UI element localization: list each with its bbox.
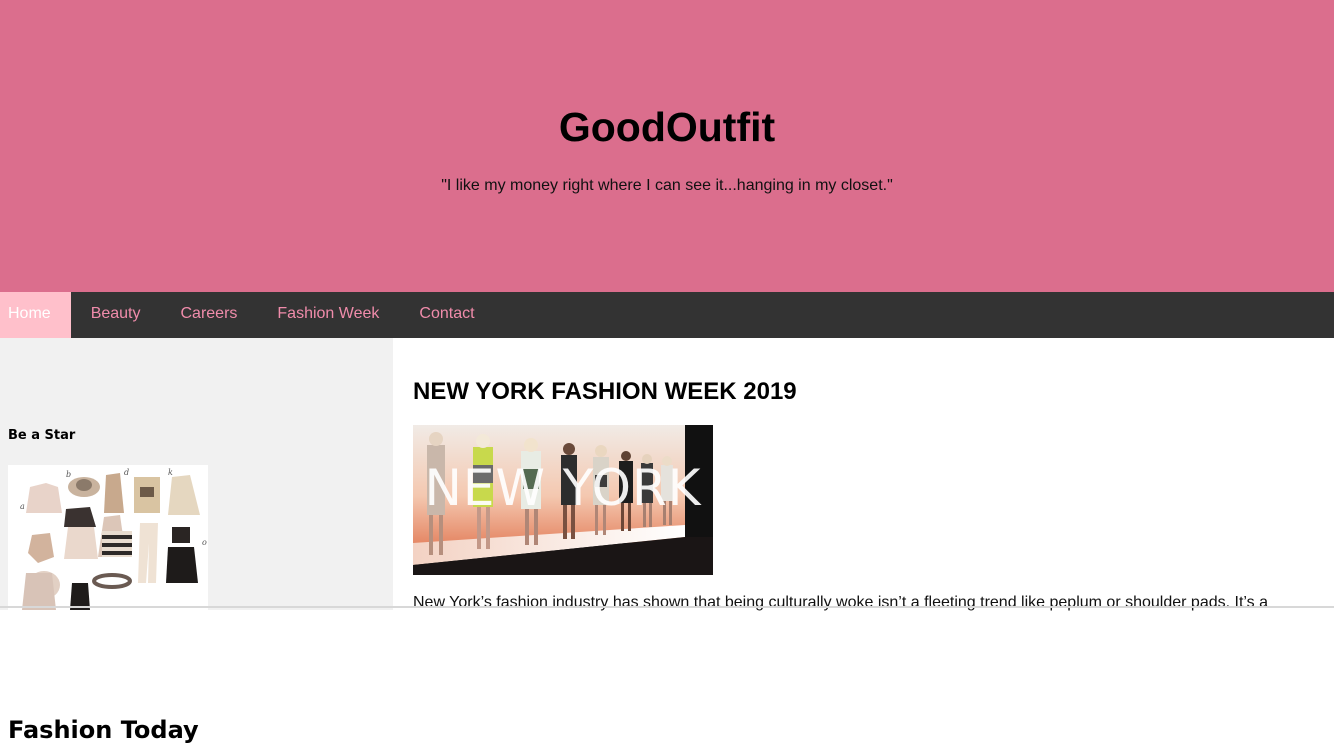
site-title: GoodOutfit xyxy=(558,104,776,150)
nav-item-contact[interactable]: Contact xyxy=(399,292,494,338)
hero-image-caption: NEW YORK xyxy=(424,459,702,517)
svg-text:b: b xyxy=(66,470,71,479)
article-title: NEW YORK FASHION WEEK 2019 xyxy=(413,378,797,405)
sidebar-subtitle: Be a Star xyxy=(8,428,76,443)
page-bottom-border xyxy=(0,606,1334,608)
svg-text:d: d xyxy=(124,468,129,477)
site-tagline: "I like my money right where I can see i… xyxy=(441,177,893,194)
outfit-collage-image: a b d k o xyxy=(8,465,208,610)
sidebar-title: Fashion Today xyxy=(8,716,199,744)
svg-text:a: a xyxy=(20,502,25,511)
main-content: NEW YORK FASHION WEEK 2019 NEW YORK New … xyxy=(393,338,1334,611)
svg-text:k: k xyxy=(168,468,173,477)
sidebar: Fashion Today Be a Star a b d k o xyxy=(0,338,393,744)
fashion-week-image: NEW YORK xyxy=(413,425,713,575)
top-nav: Home Beauty Careers Fashion Week Contact xyxy=(0,292,1334,338)
svg-text:o: o xyxy=(202,538,207,547)
nav-item-beauty[interactable]: Beauty xyxy=(71,292,161,338)
nav-item-careers[interactable]: Careers xyxy=(161,292,258,338)
article-text: New York’s fashion industry has shown th… xyxy=(413,594,1268,611)
nav-item-fashion-week[interactable]: Fashion Week xyxy=(257,292,399,338)
nav-item-home[interactable]: Home xyxy=(0,292,71,338)
site-header: GoodOutfit "I like my money right where … xyxy=(0,0,1334,292)
